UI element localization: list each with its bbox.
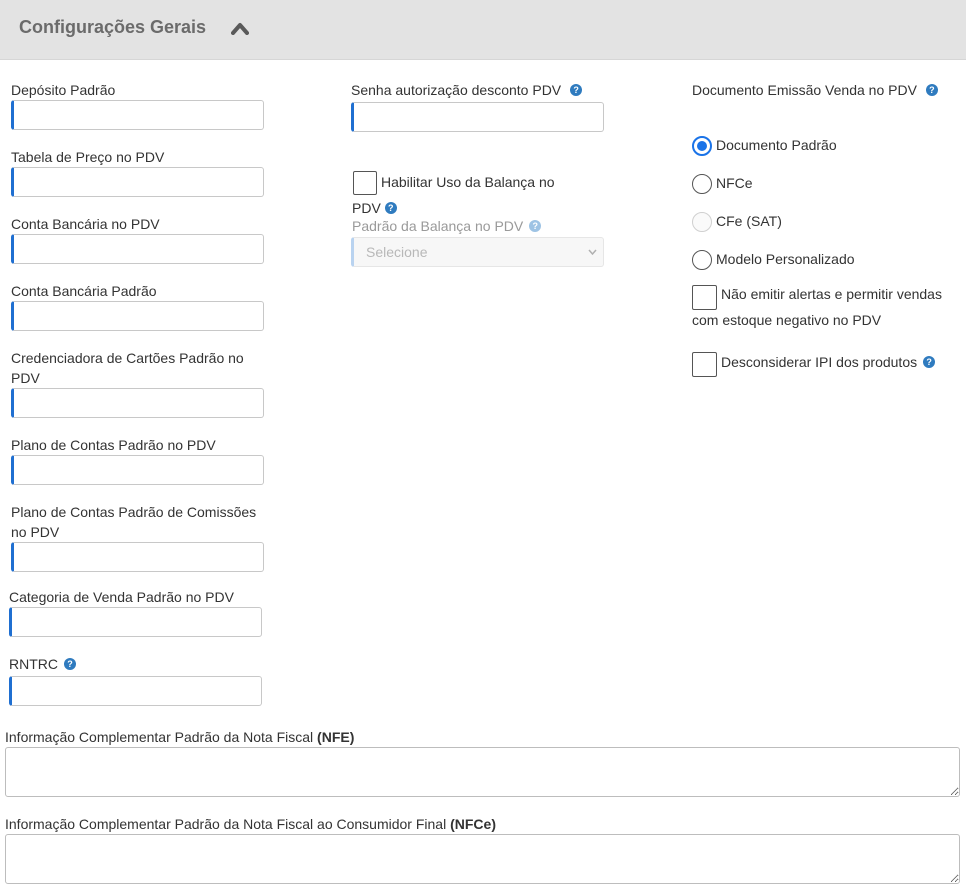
plano-contas-comissoes-input[interactable] <box>11 542 264 572</box>
conta-bancaria-pdv-input[interactable] <box>11 234 264 264</box>
section-title: Configurações Gerais <box>19 17 207 37</box>
categoria-venda-label: Categoria de Venda Padrão no PDV <box>9 589 234 605</box>
nao-emitir-alertas-label-cont: com estoque negativo no PDV <box>692 312 882 328</box>
question-circle-icon[interactable]: ? <box>925 84 938 97</box>
info-nfe-label: Informação Complementar Padrão da Nota F… <box>5 729 355 745</box>
tabela-preco-input[interactable] <box>11 167 264 197</box>
padrao-balanca-select: Selecione <box>351 237 604 267</box>
radio-documento-padrao-label: Documento Padrão <box>716 137 837 153</box>
conta-bancaria-padrao-input[interactable] <box>11 301 264 331</box>
credenciadora-input[interactable] <box>11 388 264 418</box>
desconsiderar-ipi-label: Desconsiderar IPI dos produtos? <box>721 352 936 372</box>
conta-bancaria-pdv-label: Conta Bancária no PDV <box>11 216 160 232</box>
habilitar-balanca-checkbox[interactable] <box>353 171 377 195</box>
chevron-down-icon <box>588 249 597 256</box>
radio-nfce-label: NFCe <box>716 175 753 191</box>
rntrc-input[interactable] <box>9 676 262 706</box>
deposito-padrao-label: Depósito Padrão <box>11 82 116 98</box>
tabela-preco-label: Tabela de Preço no PDV <box>11 149 165 165</box>
rntrc-label: RNTRC? <box>9 654 76 674</box>
radio-documento-padrao[interactable] <box>692 136 712 156</box>
padrao-balanca-label: Padrão da Balança no PDV? <box>352 216 542 236</box>
deposito-padrao-input[interactable] <box>11 100 264 130</box>
info-nfce-label: Informação Complementar Padrão da Nota F… <box>5 816 496 832</box>
radio-cfe-sat-label: CFe (SAT) <box>716 213 782 229</box>
radio-modelo-personalizado[interactable] <box>692 250 712 270</box>
info-nfe-textarea[interactable] <box>5 747 960 797</box>
question-circle-icon[interactable]: ? <box>64 658 76 671</box>
radio-modelo-personalizado-label: Modelo Personalizado <box>716 251 855 267</box>
nao-emitir-alertas-label: Não emitir alertas e permitir vendas <box>721 286 942 302</box>
senha-desconto-input[interactable] <box>351 102 604 132</box>
desconsiderar-ipi-checkbox[interactable] <box>692 352 717 377</box>
conta-bancaria-padrao-label: Conta Bancária Padrão <box>11 283 157 299</box>
question-circle-icon[interactable]: ? <box>923 356 936 369</box>
question-circle-icon[interactable]: ? <box>384 202 397 215</box>
radio-nfce[interactable] <box>692 174 712 194</box>
section-header[interactable]: Configurações Gerais <box>0 0 966 60</box>
plano-contas-label: Plano de Contas Padrão no PDV <box>11 437 216 453</box>
question-circle-icon[interactable]: ? <box>570 84 583 97</box>
habilitar-balanca-label-cont: PDV? <box>352 198 397 218</box>
radio-cfe-sat <box>692 212 712 232</box>
plano-contas-comissoes-label: Plano de Contas Padrão de Comissões no P… <box>11 504 257 540</box>
credenciadora-label: Credenciadora de Cartões Padrão no PDV <box>11 350 244 386</box>
categoria-venda-input[interactable] <box>9 607 262 637</box>
plano-contas-input[interactable] <box>11 455 264 485</box>
question-circle-icon: ? <box>529 220 542 233</box>
info-nfce-textarea[interactable] <box>5 834 960 884</box>
chevron-up-icon[interactable] <box>231 21 249 35</box>
habilitar-balanca-label: Habilitar Uso da Balança no <box>381 174 555 190</box>
nao-emitir-alertas-checkbox[interactable] <box>692 285 717 310</box>
senha-desconto-label: Senha autorização desconto PDV? <box>351 80 583 100</box>
documento-emissao-label: Documento Emissão Venda no PDV? <box>692 80 938 100</box>
